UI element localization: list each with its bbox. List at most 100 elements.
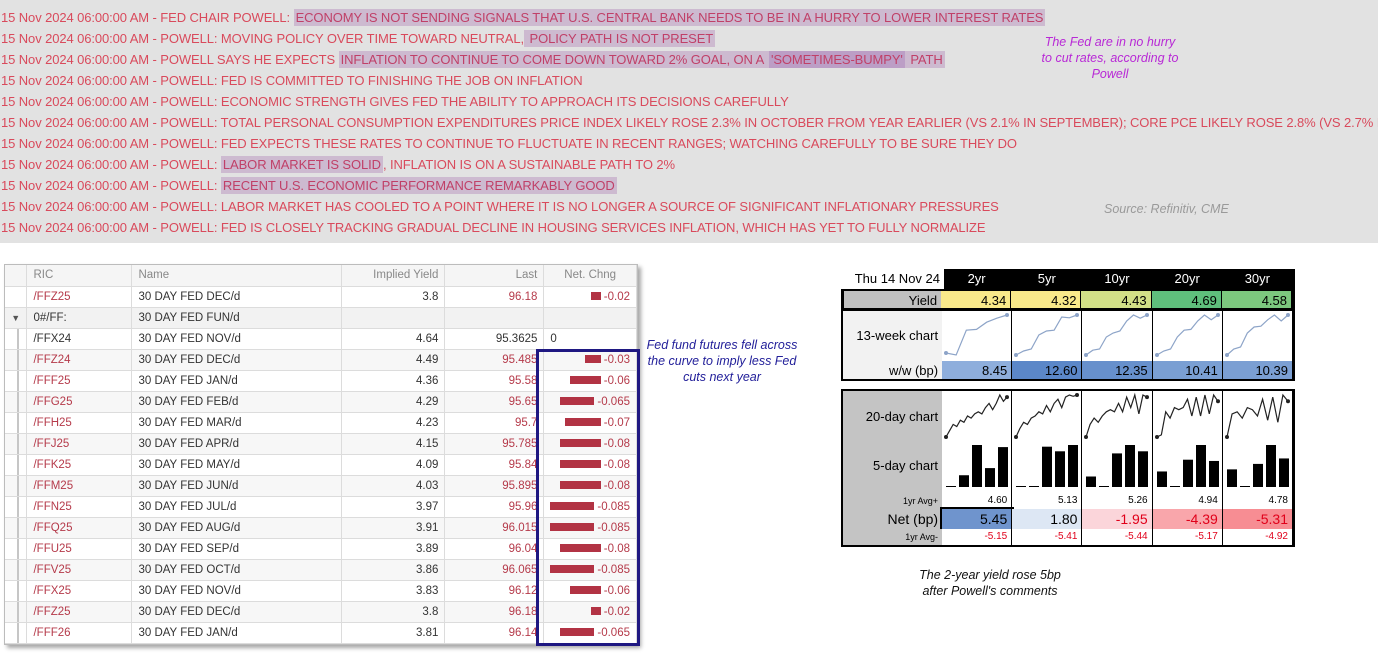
ric-cell[interactable]: /FFG25: [26, 391, 133, 413]
last-cell: 95.485: [444, 349, 545, 371]
column-header-net-chng[interactable]: Net. Chng: [543, 265, 637, 287]
twenty-day-sparkline: [1084, 392, 1150, 439]
table-row[interactable]: /FFX24 30 DAY FED NOV/d 4.64 95.3625 0: [5, 328, 637, 350]
tree-cell: [5, 601, 28, 623]
tenor-header-2yr[interactable]: 2yr: [944, 269, 1015, 289]
five-day-bar: [972, 445, 983, 487]
empty-cell: [543, 307, 637, 329]
ric-cell[interactable]: /FFX24: [26, 328, 133, 350]
ric-cell[interactable]: /FFU25: [26, 538, 133, 560]
tenor-header-5yr[interactable]: 5yr: [1014, 269, 1085, 289]
thirteen-week-sparkline: [944, 313, 1010, 356]
twenty-day-and-five-day-charts-row: 20-day chart 5-day chart: [843, 391, 1293, 493]
group-ric-cell[interactable]: 0#/FF:: [26, 307, 133, 329]
yield-row: Yield 4.34 4.32 4.43 4.69 4.58: [841, 289, 1295, 311]
net-bp-row: Net (bp) 5.45 1.80 -1.95 -4.39 -5.31: [843, 507, 1293, 531]
implied-yield-cell: 3.8: [341, 601, 446, 623]
five-day-bar: [1265, 445, 1276, 487]
news-text: 15 Nov 2024 06:00:00 AM - POWELL: TOTAL …: [1, 115, 1378, 130]
implied-yield-cell: 3.81: [341, 622, 446, 644]
net-chng-bar: [590, 292, 601, 301]
news-item[interactable]: 15 Nov 2024 06:00:00 AM - POWELL: FED IS…: [0, 217, 1378, 238]
sparkline-path: [945, 393, 1008, 438]
name-cell: 30 DAY FED JAN/d: [131, 622, 343, 644]
news-item[interactable]: 15 Nov 2024 06:00:00 AM - POWELL: FED EX…: [0, 133, 1378, 154]
tree-cell: [5, 349, 28, 371]
thirteen-week-sparkline: [1154, 313, 1220, 357]
sparkline-endpoint: [1224, 435, 1229, 439]
column-header-name[interactable]: Name: [131, 265, 343, 287]
news-item[interactable]: 15 Nov 2024 06:00:00 AM - POWELL: ECONOM…: [0, 91, 1378, 112]
tree-line: [17, 517, 19, 538]
ric-cell[interactable]: /FFQ25: [26, 517, 133, 539]
ric-cell[interactable]: /FFZ25: [26, 601, 133, 623]
news-text: 15 Nov 2024 06:00:00 AM - POWELL SAYS HE…: [1, 52, 339, 67]
lower-section: 20-day chart 5-day chart 1yr Avg+ 4.60 5.…: [841, 389, 1295, 547]
twenty-day-sparkline: [1154, 393, 1220, 439]
thirteen-week-chart-10yr: [1082, 311, 1153, 361]
ric-cell[interactable]: /FFM25: [26, 475, 133, 497]
news-text: 15 Nov 2024 06:00:00 AM - POWELL: ECONOM…: [1, 94, 789, 109]
ric-cell[interactable]: /FFX25: [26, 580, 133, 602]
highlighted-text: ECONOMY IS NOT SENDING SIGNALS THAT U.S.…: [293, 9, 1046, 26]
ric-cell[interactable]: /FFK25: [26, 454, 133, 476]
ric-cell[interactable]: /FFV25: [26, 559, 133, 581]
table-row[interactable]: /FFZ25 30 DAY FED DEC/d 3.8 96.18 -0.02: [5, 286, 637, 308]
ric-cell[interactable]: /FFZ24: [26, 349, 133, 371]
ric-cell[interactable]: /FFJ25: [26, 433, 133, 455]
news-text: 15 Nov 2024 06:00:00 AM - POWELL:: [1, 157, 221, 172]
tree-line: [17, 391, 19, 412]
last-cell: 96.18: [444, 286, 545, 308]
five-day-bar-chart: [1156, 445, 1219, 487]
group-row[interactable]: ▼ 0#/FF: 30 DAY FED FUN/d: [5, 307, 637, 329]
last-cell: 96.12: [444, 580, 545, 602]
implied-yield-cell: 3.97: [341, 496, 446, 518]
avg-plus-cell-2yr: 4.60: [942, 493, 1013, 509]
thirteen-week-chart-30yr: [1222, 311, 1293, 361]
implied-yield-cell: 3.89: [341, 538, 446, 560]
news-item[interactable]: 15 Nov 2024 06:00:00 AM - FED CHAIR POWE…: [0, 7, 1378, 28]
sparkline-endpoint: [1215, 399, 1220, 404]
highlighted-text: LABOR MARKET IS SOLID: [220, 156, 383, 173]
five-day-bar: [1239, 486, 1250, 487]
ric-cell[interactable]: /FFH25: [26, 412, 133, 434]
tenor-header-row: Thu 14 Nov 24 2yr 5yr 10yr 20yr 30yr: [841, 269, 1295, 289]
implied-yield-cell: 3.91: [341, 517, 446, 539]
news-feed-panel: 15 Nov 2024 06:00:00 AM - FED CHAIR POWE…: [0, 0, 1378, 243]
daily-charts-30yr: [1222, 391, 1293, 493]
last-cell: 96.015: [444, 517, 545, 539]
tenor-header-30yr[interactable]: 30yr: [1224, 269, 1295, 289]
name-cell: 30 DAY FED JUN/d: [131, 475, 343, 497]
news-item[interactable]: 15 Nov 2024 06:00:00 AM - POWELL: TOTAL …: [0, 112, 1378, 133]
ric-cell[interactable]: /FFZ25: [26, 286, 133, 308]
news-item[interactable]: 15 Nov 2024 06:00:00 AM - POWELL: RECENT…: [0, 175, 1378, 196]
column-header-ric[interactable]: RIC: [26, 265, 133, 287]
triangle-down-icon: ▼: [11, 312, 21, 323]
ric-cell[interactable]: /FFF26: [26, 622, 133, 644]
thirteen-week-sparkline: [1224, 313, 1290, 357]
source-label: Source: Refinitiv, CME: [1104, 202, 1229, 216]
sparkline-endpoint: [1145, 395, 1150, 400]
highlighted-text: PATH: [904, 51, 945, 68]
tree-line: [17, 601, 19, 622]
tenor-header-20yr[interactable]: 20yr: [1154, 269, 1225, 289]
column-header-last[interactable]: Last: [444, 265, 545, 287]
ww-cell-2yr: 8.45: [942, 361, 1013, 379]
five-day-bar: [1125, 445, 1136, 487]
ric-cell[interactable]: /FFF25: [26, 370, 133, 392]
news-item[interactable]: 15 Nov 2024 06:00:00 AM - POWELL: LABOR …: [0, 154, 1378, 175]
expand-toggle[interactable]: ▼: [5, 307, 28, 329]
last-cell: 95.7: [444, 412, 545, 434]
net-cell-2yr: 5.45: [940, 507, 1015, 531]
column-header-implied-yield[interactable]: Implied Yield: [341, 265, 446, 287]
ric-cell[interactable]: /FFN25: [26, 496, 133, 518]
avg-minus-cell-30yr: -4.92: [1222, 529, 1293, 545]
tree-cell: [5, 286, 28, 308]
five-day-chart-label: 5-day chart: [873, 458, 939, 473]
tree-line: [17, 580, 19, 601]
tenor-header-10yr[interactable]: 10yr: [1084, 269, 1155, 289]
implied-yield-cell: 4.29: [341, 391, 446, 413]
avg-minus-label: 1yr Avg-: [843, 529, 943, 545]
five-day-bar: [1099, 486, 1110, 487]
thirteen-week-sparkline: [1084, 313, 1150, 357]
